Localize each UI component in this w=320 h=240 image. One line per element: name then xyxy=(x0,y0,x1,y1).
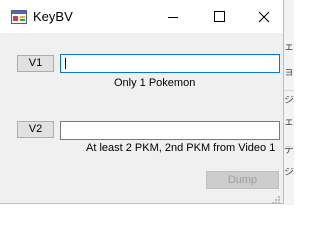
dump-button[interactable]: Dump xyxy=(206,171,279,189)
background-text: ェ xyxy=(284,43,294,53)
v2-input[interactable] xyxy=(60,121,280,140)
v1-input[interactable] xyxy=(60,54,280,73)
close-button[interactable] xyxy=(242,0,283,33)
maximize-icon xyxy=(214,11,225,22)
background-text: デ xyxy=(284,146,294,156)
v2-hint-label: At least 2 PKM, 2nd PKM from Video 1 xyxy=(86,142,276,154)
keybv-dialog: KeyBV V1 Only 1 Pokemon V2 At least 2 PK… xyxy=(0,0,284,204)
v1-button[interactable]: V1 xyxy=(17,55,54,72)
background-text: ジ xyxy=(284,96,294,106)
background-text: ェ xyxy=(284,118,294,128)
background-text: ジ xyxy=(284,168,294,178)
title-bar[interactable]: KeyBV xyxy=(0,0,283,33)
window-title: KeyBV xyxy=(33,9,73,24)
minimize-icon xyxy=(168,17,178,18)
app-window-icon xyxy=(11,10,27,24)
minimize-button[interactable] xyxy=(150,0,196,33)
close-icon xyxy=(258,11,270,23)
maximize-button[interactable] xyxy=(196,0,242,33)
resize-grip-icon[interactable] xyxy=(271,192,281,204)
background-text: ョ xyxy=(284,68,294,78)
text-caret xyxy=(65,58,66,69)
v1-hint-label: Only 1 Pokemon xyxy=(114,77,196,89)
v2-button[interactable]: V2 xyxy=(17,121,54,138)
background-divider xyxy=(283,90,294,91)
